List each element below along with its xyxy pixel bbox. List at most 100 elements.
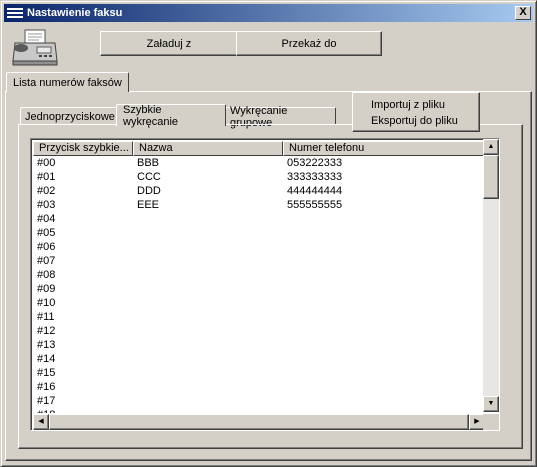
list-item-phone	[283, 380, 485, 394]
list-item[interactable]: #17	[33, 394, 485, 408]
list-item[interactable]: #02 DDD 444444444	[33, 184, 485, 198]
list-item-key: #17	[37, 395, 56, 407]
list-item-name	[133, 352, 283, 366]
list-item-key: #04	[37, 213, 56, 225]
list-item-key: #13	[37, 339, 56, 351]
window-title: Nastawienie faksu	[27, 7, 123, 19]
list-item[interactable]: #12	[33, 324, 485, 338]
list-item-key: #10	[37, 297, 56, 309]
fax-settings-window: Nastawienie faksu X Załaduj z Przekaż do…	[0, 0, 537, 467]
list-item-phone	[283, 338, 485, 352]
close-button[interactable]: X	[515, 6, 531, 20]
horizontal-scroll-thumb[interactable]	[49, 414, 469, 430]
list-item[interactable]: #08	[33, 268, 485, 282]
list-item-key: #06	[37, 241, 56, 253]
list-item-name	[133, 380, 283, 394]
menu-item-export[interactable]: Eksportuj do pliku	[353, 113, 479, 129]
list-item-name	[133, 254, 283, 268]
list-item-key: #07	[37, 255, 56, 267]
column-header-name[interactable]: Nazwa	[133, 141, 283, 156]
list-item[interactable]: #18	[33, 408, 485, 413]
tab-fax-number-list[interactable]: Lista numerów faksów	[6, 72, 129, 92]
list-item-phone: 444444444	[287, 185, 343, 197]
menu-item-import[interactable]: Importuj z pliku	[353, 97, 479, 113]
list-item-name: BBB	[137, 157, 160, 169]
list-item-name: DDD	[137, 185, 161, 197]
list-item-phone: 053222333	[287, 157, 343, 169]
list-item-key: #16	[37, 381, 56, 393]
list-item[interactable]: #13	[33, 338, 485, 352]
list-item[interactable]: #07	[33, 254, 485, 268]
list-item-phone: 555555555	[287, 199, 343, 211]
context-menu: Importuj z pliku Eksportuj do pliku	[352, 92, 480, 132]
speed-dial-list[interactable]: Przycisk szybkie... Nazwa Numer telefonu…	[30, 138, 500, 431]
list-item[interactable]: #10	[33, 296, 485, 310]
list-item-phone	[283, 394, 485, 408]
list-item-key: #08	[37, 269, 56, 281]
tab-one-touch[interactable]: Jednoprzyciskowe	[20, 107, 117, 125]
list-item-phone	[283, 282, 485, 296]
list-item-key: #09	[37, 283, 56, 295]
scroll-up-button[interactable]: ▲	[483, 139, 499, 155]
list-item[interactable]: #16	[33, 380, 485, 394]
horizontal-scrollbar[interactable]: ◀ ▶	[33, 414, 485, 430]
list-item[interactable]: #06	[33, 240, 485, 254]
list-item-name	[133, 240, 283, 254]
list-item[interactable]: #03 EEE 555555555	[33, 198, 485, 212]
list-item-phone	[283, 240, 485, 254]
list-item[interactable]: #09	[33, 282, 485, 296]
list-item-name	[133, 226, 283, 240]
list-item-phone	[283, 310, 485, 324]
list-item-phone	[283, 212, 485, 226]
scroll-left-button[interactable]: ◀	[33, 414, 49, 430]
list-item-name	[133, 366, 283, 380]
list-item-name: EEE	[137, 199, 160, 211]
column-header-phone[interactable]: Numer telefonu	[283, 141, 485, 156]
list-header: Przycisk szybkie... Nazwa Numer telefonu	[33, 141, 485, 156]
list-item-key: #05	[37, 227, 56, 239]
list-item[interactable]: #15	[33, 366, 485, 380]
list-item[interactable]: #05	[33, 226, 485, 240]
title-bar[interactable]: Nastawienie faksu X	[4, 4, 533, 22]
list-item-name	[133, 408, 283, 413]
list-item[interactable]: #14	[33, 352, 485, 366]
list-item[interactable]: #01 CCC 333333333	[33, 170, 485, 184]
scroll-down-button[interactable]: ▼	[483, 396, 499, 412]
list-item-phone	[283, 296, 485, 310]
vertical-scroll-thumb[interactable]	[483, 155, 499, 199]
tab-group-dial[interactable]: Wykręcanie grupowe	[225, 105, 336, 129]
vertical-scrollbar[interactable]: ▲ ▼	[483, 139, 499, 412]
list-item-name	[133, 324, 283, 338]
list-item[interactable]: #04	[33, 212, 485, 226]
list-item[interactable]: #00 BBB 053222333	[33, 156, 485, 170]
list-item-phone: 333333333	[287, 171, 343, 183]
list-item-phone	[283, 408, 485, 413]
list-item-key: #02	[37, 185, 56, 197]
fax-window-icon	[7, 7, 23, 19]
fax-machine-icon	[12, 29, 58, 66]
list-item-phone	[283, 366, 485, 380]
list-item-name	[133, 268, 283, 282]
list-item-name	[133, 296, 283, 310]
forward-to-button[interactable]: Przekaż do	[236, 31, 382, 56]
list-item-phone	[283, 352, 485, 366]
list-item-phone	[283, 254, 485, 268]
list-item-phone	[283, 226, 485, 240]
tab-speed-dial[interactable]: Szybkie wykręcanie	[116, 104, 226, 128]
list-item-key: #03	[37, 199, 56, 211]
list-item-name	[133, 310, 283, 324]
list-item-name	[133, 338, 283, 352]
list-item-key: #12	[37, 325, 56, 337]
list-item[interactable]: #11	[33, 310, 485, 324]
list-item-key: #00	[37, 157, 56, 169]
list-item-phone	[283, 324, 485, 338]
list-item-name	[133, 282, 283, 296]
list-item-name	[133, 394, 283, 408]
list-item-name	[133, 212, 283, 226]
list-item-phone	[283, 268, 485, 282]
list-item-key: #11	[37, 311, 55, 323]
list-item-name: CCC	[137, 171, 161, 183]
load-from-button[interactable]: Załaduj z	[100, 31, 238, 56]
list-item-key: #01	[37, 171, 56, 183]
column-header-key[interactable]: Przycisk szybkie...	[33, 141, 133, 156]
